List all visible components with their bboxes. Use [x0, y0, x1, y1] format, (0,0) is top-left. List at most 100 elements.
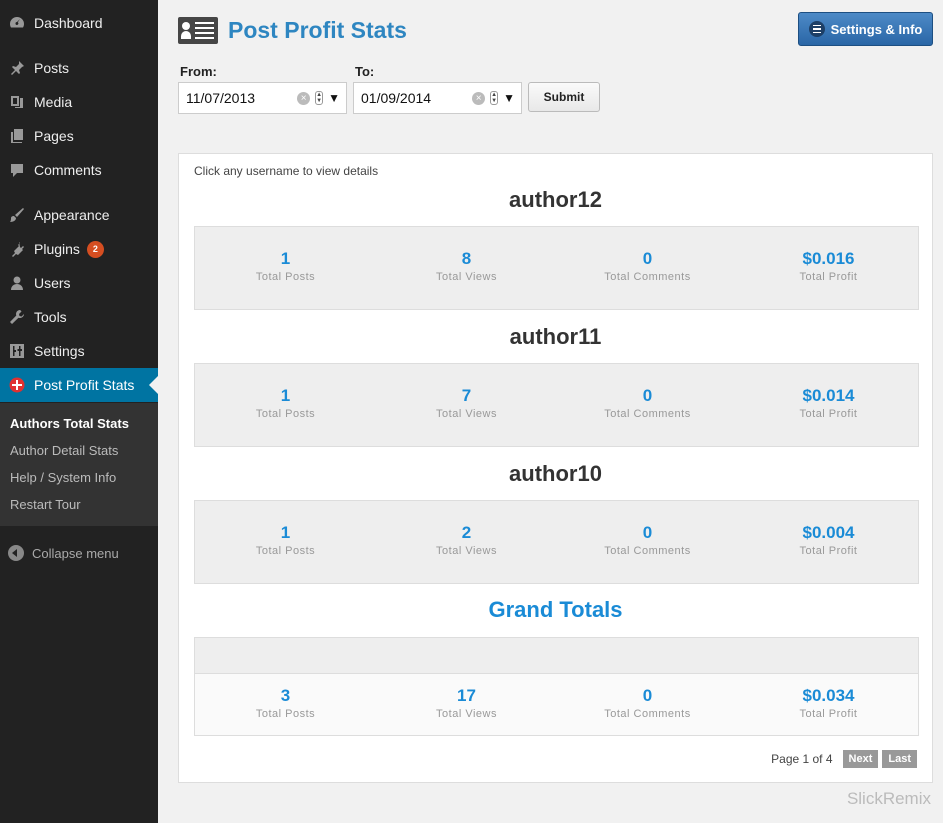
settings-info-button[interactable]: Settings & Info — [798, 12, 933, 46]
instruction-text: Click any username to view details — [194, 164, 379, 178]
author-name-link[interactable]: author12 — [179, 187, 932, 213]
total-comments-stat: 0 Total Comments — [557, 674, 738, 720]
stat-value: 3 — [280, 686, 291, 705]
submenu-help-system-info[interactable]: Help / System Info — [0, 466, 158, 493]
stat-caption: Total Profit — [799, 708, 858, 720]
sidebar-item-posts[interactable]: Posts — [0, 51, 158, 85]
spinner-icon[interactable]: ▲ ▼ — [490, 91, 499, 105]
submenu-author-detail-stats[interactable]: Author Detail Stats — [0, 439, 158, 466]
collapse-menu-button[interactable]: Collapse menu — [0, 540, 158, 566]
total-views-stat: 7 Total Views — [376, 364, 557, 420]
settings-info-label: Settings & Info — [830, 21, 923, 37]
pages-icon — [0, 128, 34, 144]
total-views-stat: 8 Total Views — [376, 227, 557, 283]
slickremix-logo: SlickRemix — [846, 789, 931, 808]
sidebar-item-tools[interactable]: Tools — [0, 300, 158, 334]
total-posts-stat: 1 Total Posts — [195, 364, 376, 420]
stat-caption: Total Views — [436, 708, 497, 720]
total-comments-stat: 0 Total Comments — [557, 364, 738, 420]
clear-icon[interactable]: × — [297, 91, 311, 105]
sidebar-item-dashboard[interactable]: Dashboard — [0, 6, 158, 40]
total-views-stat: 17 Total Views — [376, 674, 557, 720]
total-comments-stat: 0 Total Comments — [557, 501, 738, 557]
submenu-authors-total-stats[interactable]: Authors Total Stats — [0, 412, 158, 439]
spinner-icon[interactable]: ▲ ▼ — [315, 91, 324, 105]
author-name-link[interactable]: author10 — [179, 461, 932, 487]
update-count-badge: 2 — [86, 240, 104, 258]
author-stats-row: 1 Total Posts 2 Total Views 0 Total Comment… — [194, 500, 919, 584]
from-label: From: — [180, 64, 217, 79]
user-icon — [0, 275, 34, 291]
clear-icon[interactable]: × — [472, 91, 486, 105]
sidebar-item-label: Posts — [34, 60, 70, 76]
media-icon — [0, 94, 34, 110]
sidebar-item-label: Media — [34, 94, 73, 110]
sidebar-item-label: Appearance — [34, 207, 110, 223]
stat-value: 1 — [280, 249, 291, 268]
to-date-field[interactable]: 01/09/2014 × ▲ ▼ ▼ — [353, 82, 522, 114]
author-name-link[interactable]: author11 — [179, 324, 932, 350]
comment-icon — [0, 162, 34, 178]
sidebar-item-users[interactable]: Users — [0, 266, 158, 300]
sidebar-item-post-profit-stats[interactable]: Post Profit Stats — [0, 368, 158, 402]
stat-caption: Total Views — [436, 271, 497, 283]
stat-value: 0 — [642, 686, 653, 705]
plug-icon — [0, 241, 34, 257]
sidebar-item-comments[interactable]: Comments — [0, 153, 158, 187]
sidebar-item-appearance[interactable]: Appearance — [0, 198, 158, 232]
stat-caption: Total Profit — [799, 545, 858, 557]
sidebar-item-label: Comments — [34, 162, 102, 178]
stat-value: 2 — [461, 523, 472, 542]
stat-value: 1 — [280, 523, 291, 542]
stat-value: $0.004 — [802, 523, 855, 542]
dashboard-icon — [0, 15, 34, 31]
author-stats-row: 1 Total Posts 8 Total Views 0 Total Comment… — [194, 226, 919, 310]
stat-caption: Total Posts — [255, 271, 316, 283]
stat-caption: Total Comments — [604, 545, 691, 557]
brush-icon — [0, 207, 34, 223]
plugin-cross-icon — [0, 377, 34, 393]
submenu-restart-tour[interactable]: Restart Tour — [0, 493, 158, 520]
total-views-stat: 2 Total Views — [376, 501, 557, 557]
next-page-button[interactable]: Next — [842, 750, 879, 768]
sidebar-item-settings[interactable]: Settings — [0, 334, 158, 368]
from-date-field[interactable]: 11/07/2013 × ▲ ▼ ▼ — [178, 82, 347, 114]
sidebar-item-label: Users — [34, 275, 71, 291]
grand-totals-header-bar — [195, 638, 918, 674]
total-posts-stat: 1 Total Posts — [195, 501, 376, 557]
plugin-submenu: Authors Total Stats Author Detail Stats … — [0, 403, 158, 526]
stat-caption: Total Views — [436, 545, 497, 557]
from-date-value: 11/07/2013 — [186, 90, 256, 106]
grand-totals-title: Grand Totals — [488, 597, 623, 622]
sidebar-item-plugins[interactable]: Plugins 2 — [0, 232, 158, 266]
author-stats-panel: Click any username to view details autho… — [178, 153, 933, 783]
sidebar-item-label: Post Profit Stats — [34, 377, 135, 393]
sidebar-item-media[interactable]: Media — [0, 85, 158, 119]
to-label: To: — [355, 64, 375, 79]
stat-value: 0 — [642, 386, 653, 405]
stat-value: $0.034 — [802, 686, 855, 705]
collapse-menu-label: Collapse menu — [32, 545, 119, 561]
menu-icon — [808, 21, 825, 37]
stat-caption: Total Comments — [604, 408, 691, 420]
last-page-button[interactable]: Last — [882, 750, 917, 768]
dropdown-arrow-icon[interactable]: ▼ — [328, 91, 340, 105]
sidebar-item-pages[interactable]: Pages — [0, 119, 158, 153]
admin-sidebar: Dashboard Posts Media Pages Comments App… — [0, 0, 158, 823]
pagination: Page 1 of 4 Next Last — [771, 750, 917, 768]
sidebar-item-label: Pages — [34, 128, 74, 144]
pin-icon — [0, 60, 34, 76]
user-list-icon — [178, 17, 218, 44]
grand-totals-row: 3 Total Posts 17 Total Views 0 Total Commen… — [194, 637, 919, 736]
total-profit-stat: $0.014 Total Profit — [738, 364, 919, 420]
stat-value: 0 — [642, 523, 653, 542]
stat-caption: Total Posts — [255, 708, 316, 720]
stat-caption: Total Posts — [255, 545, 316, 557]
dropdown-arrow-icon[interactable]: ▼ — [503, 91, 515, 105]
stat-value: 1 — [280, 386, 291, 405]
stat-caption: Total Views — [436, 408, 497, 420]
submit-button[interactable]: Submit — [528, 82, 600, 112]
stat-caption: Total Comments — [604, 271, 691, 283]
sidebar-item-label: Plugins — [34, 241, 80, 257]
stat-value: 0 — [642, 249, 653, 268]
